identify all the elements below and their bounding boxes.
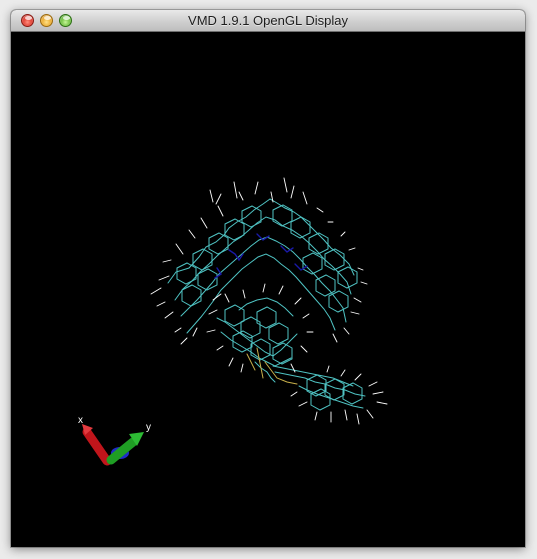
title-bar[interactable]: VMD 1.9.1 OpenGL Display xyxy=(11,10,525,32)
carbon-bonds-lower-cluster xyxy=(216,297,366,411)
x-axis-label: x xyxy=(78,415,83,426)
y-axis-label: y xyxy=(146,422,151,433)
carbon-bonds-upper-arch xyxy=(167,198,358,334)
hydrogen-bonds xyxy=(150,177,388,425)
x-axis-arrow xyxy=(82,427,112,466)
molecule-render[interactable]: x y xyxy=(11,32,525,547)
molecule-structure xyxy=(150,177,388,425)
vmd-display-window: VMD 1.9.1 OpenGL Display x y xyxy=(11,10,525,547)
axes-indicator: x y xyxy=(78,415,151,466)
opengl-viewport[interactable]: x y xyxy=(11,32,525,547)
window-title: VMD 1.9.1 OpenGL Display xyxy=(188,13,348,28)
